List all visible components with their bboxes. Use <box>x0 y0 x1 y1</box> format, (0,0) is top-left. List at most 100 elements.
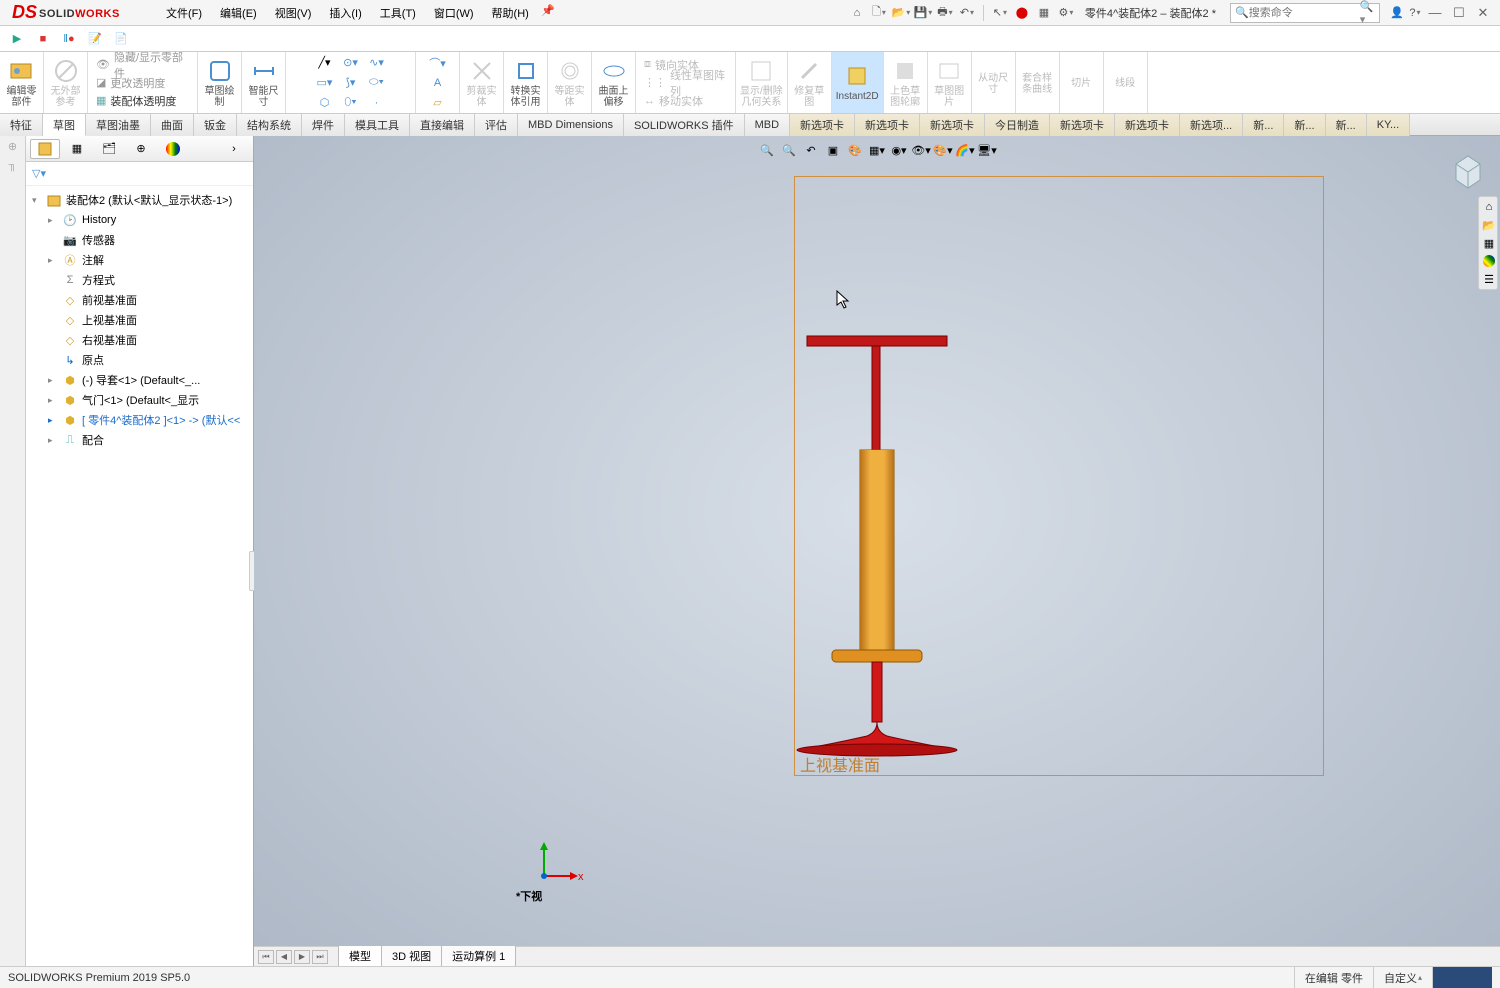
tree-item[interactable]: ▸Ⓐ注解 <box>26 250 253 270</box>
tree-item[interactable]: ▸🕑History <box>26 210 253 230</box>
command-tab[interactable]: 焊件 <box>302 114 345 136</box>
properties-tab-icon[interactable]: ☰ <box>1481 271 1497 287</box>
maximize-button[interactable]: ☐ <box>1448 3 1470 23</box>
view-orient-icon[interactable]: ▦▾ <box>867 140 887 160</box>
smart-dim-button[interactable]: 智能尺 寸 <box>242 52 286 113</box>
command-tab[interactable]: 草图 <box>43 114 86 136</box>
command-tab[interactable]: 新选项卡 <box>1050 114 1115 136</box>
viewport[interactable]: 🔍 🔍 ↶ ▣ 🎨 ▦▾ ◉▾ 👁▾ 🎨▾ 🌈▾ 🖥▾ 上视基准面 <box>254 136 1500 966</box>
tool-icon-2[interactable]: ╖ <box>9 159 17 171</box>
edit-macro-icon[interactable]: 📝 <box>86 30 104 48</box>
user-icon[interactable]: 👤 <box>1388 4 1406 22</box>
text-tool[interactable]: A <box>427 74 449 92</box>
command-tab[interactable]: MBD Dimensions <box>518 114 624 136</box>
palette-tab-icon[interactable]: ▦ <box>1481 235 1497 251</box>
command-tab[interactable]: 模具工具 <box>345 114 410 136</box>
tree-item[interactable]: ▸⬢(-) 导套<1> (Default<_... <box>26 370 253 390</box>
convert-button[interactable]: 转换实 体引用 <box>504 52 548 113</box>
minimize-button[interactable]: — <box>1424 3 1446 23</box>
appearances-tab-icon[interactable] <box>1481 253 1497 269</box>
dimxpert-tab[interactable]: ⊕ <box>126 139 156 159</box>
menu-tools[interactable]: 工具(T) <box>372 2 424 24</box>
arc-tool[interactable]: ⟆▾ <box>340 74 362 92</box>
command-tab[interactable]: 新选项卡 <box>855 114 920 136</box>
show-relations-button[interactable]: 显示/删除 几何关系 <box>736 52 788 113</box>
render-icon[interactable]: 🖥▾ <box>977 140 997 160</box>
slice-button[interactable]: 切片 <box>1060 52 1104 113</box>
undo-icon[interactable]: ↶▾ <box>958 4 976 22</box>
status-extra[interactable] <box>1432 967 1492 988</box>
pin-icon[interactable]: 📌 <box>539 2 557 20</box>
rebuild-icon[interactable]: ⬤ <box>1013 4 1031 22</box>
repair-button[interactable]: 修复草 图 <box>788 52 832 113</box>
tree-item[interactable]: ◇右视基准面 <box>26 330 253 350</box>
command-tab[interactable]: 钣金 <box>194 114 237 136</box>
command-tab[interactable]: 新... <box>1243 114 1284 136</box>
home-icon[interactable]: ⌂ <box>848 4 866 22</box>
no-ext-ref-button[interactable]: 无外部 参考 <box>44 52 88 113</box>
bottom-tab[interactable]: 运动算例 1 <box>441 946 516 966</box>
command-tab[interactable]: 直接编辑 <box>410 114 475 136</box>
fillet-tool[interactable]: ⌒▾ <box>427 54 449 72</box>
line-tool[interactable]: ╱▾ <box>314 54 336 72</box>
menu-help[interactable]: 帮助(H) <box>484 2 537 24</box>
command-tab[interactable]: 特征 <box>0 114 43 136</box>
plane-tool[interactable]: ▱ <box>427 94 449 112</box>
feature-tree-tab[interactable] <box>30 139 60 159</box>
trim-button[interactable]: 剪裁实 体 <box>460 52 504 113</box>
command-tab[interactable]: MBD <box>745 114 790 136</box>
home-tab-icon[interactable]: ⌂ <box>1481 199 1497 215</box>
expand-icon[interactable]: › <box>219 139 249 159</box>
stop-icon[interactable]: ■ <box>34 30 52 48</box>
display-tab[interactable] <box>158 139 188 159</box>
command-tab[interactable]: 新选项... <box>1180 114 1243 136</box>
command-tab[interactable]: 新选项卡 <box>1115 114 1180 136</box>
appearance-icon[interactable]: 🎨▾ <box>933 140 953 160</box>
command-tab[interactable]: KY... <box>1367 114 1410 136</box>
command-tab[interactable]: 曲面 <box>151 114 194 136</box>
menu-edit[interactable]: 编辑(E) <box>212 2 265 24</box>
driven-dim-button[interactable]: 从动尺 寸 <box>972 52 1016 113</box>
nav-last[interactable]: ⏭ <box>312 950 328 964</box>
ellipse-tool[interactable]: ⬭▾ <box>366 74 388 92</box>
orientation-cube[interactable] <box>1448 150 1488 190</box>
print-icon[interactable]: 🖶▾ <box>936 4 954 22</box>
options-icon[interactable]: ▦ <box>1035 4 1053 22</box>
new-macro-icon[interactable]: 📄 <box>112 30 130 48</box>
command-tab[interactable]: 草图油墨 <box>86 114 151 136</box>
close-button[interactable]: ✕ <box>1472 3 1494 23</box>
dynamic-icon[interactable]: 🎨 <box>845 140 865 160</box>
point-tool[interactable]: · <box>366 94 388 112</box>
menu-file[interactable]: 文件(F) <box>158 2 210 24</box>
fit-spline-button[interactable]: 套合样 条曲线 <box>1016 52 1060 113</box>
edit-part-button[interactable]: 编辑零 部件 <box>0 52 44 113</box>
search-input[interactable] <box>1249 7 1360 19</box>
spline-tool[interactable]: ∿▾ <box>366 54 388 72</box>
command-tab[interactable]: 结构系统 <box>237 114 302 136</box>
zoom-area-icon[interactable]: 🔍 <box>779 140 799 160</box>
tree-root[interactable]: ▾ 装配体2 (默认<默认_显示状态-1>) <box>26 190 253 210</box>
instant2d-button[interactable]: Instant2D <box>832 52 884 113</box>
bottom-tab[interactable]: 模型 <box>338 946 382 966</box>
nav-first[interactable]: ⏮ <box>258 950 274 964</box>
zoom-fit-icon[interactable]: 🔍 <box>757 140 777 160</box>
asm-transparency-button[interactable]: ▦装配体透明度 <box>96 93 189 109</box>
surface-offset-button[interactable]: 曲面上 偏移 <box>592 52 636 113</box>
tree-item[interactable]: ▸⬢气门<1> (Default<_显示 <box>26 390 253 410</box>
config-tab[interactable]: 🗂 <box>94 139 124 159</box>
open-icon[interactable]: 📂▾ <box>892 4 910 22</box>
select-icon[interactable]: ↖▾ <box>991 4 1009 22</box>
segment-button[interactable]: 线段 <box>1104 52 1148 113</box>
filter-icon[interactable]: ▽▾ <box>32 167 46 180</box>
display-style-icon[interactable]: ◉▾ <box>889 140 909 160</box>
polygon-tool[interactable]: ⬡ <box>314 94 336 112</box>
save-icon[interactable]: 💾▾ <box>914 4 932 22</box>
command-tab[interactable]: 新... <box>1326 114 1367 136</box>
sketch-button[interactable]: 草图绘 制 <box>198 52 242 113</box>
menu-view[interactable]: 视图(V) <box>267 2 320 24</box>
circle-tool[interactable]: ⊙▾ <box>340 54 362 72</box>
nav-next[interactable]: ▶ <box>294 950 310 964</box>
section-view-icon[interactable]: ▣ <box>823 140 843 160</box>
command-tab[interactable]: 新选项卡 <box>790 114 855 136</box>
nav-prev[interactable]: ◀ <box>276 950 292 964</box>
